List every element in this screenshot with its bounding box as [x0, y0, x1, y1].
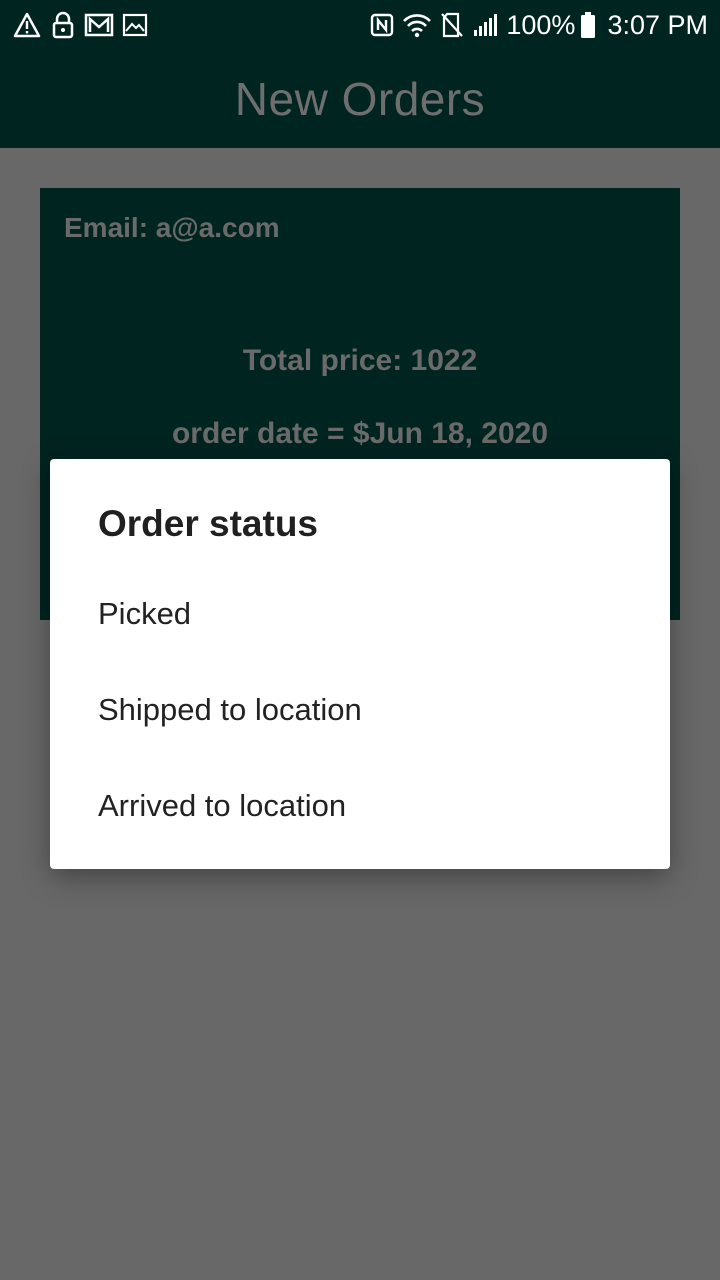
no-sim-icon — [440, 11, 464, 39]
warning-icon — [12, 11, 42, 39]
dialog-title: Order status — [98, 503, 319, 544]
lock-icon — [48, 11, 78, 39]
battery-icon — [581, 11, 596, 39]
signal-icon — [472, 11, 498, 39]
order-status-dialog: Order status Picked Shipped to location … — [50, 459, 670, 869]
page-title: New Orders — [234, 73, 486, 125]
order-total-price: Total price: 1022 — [242, 344, 478, 377]
nfc-icon — [370, 11, 394, 39]
gmail-icon — [84, 11, 114, 39]
clock: 3:07 PM — [607, 9, 708, 40]
status-bar: 100% 3:07 PM — [0, 0, 720, 50]
order-email: Email: a@a.com — [64, 212, 280, 243]
option-arrived-to-location[interactable]: Arrived to location — [50, 758, 670, 854]
order-date: order date = $Jun 18, 2020 — [171, 417, 549, 450]
wifi-icon — [402, 11, 432, 39]
option-shipped-to-location[interactable]: Shipped to location — [50, 662, 670, 758]
app-bar: New Orders — [0, 50, 720, 148]
battery-percent: 100% — [506, 9, 576, 40]
status-bar-system: 100% 3:07 PM — [370, 8, 708, 42]
status-bar-notifications — [12, 10, 156, 40]
image-icon — [120, 11, 150, 39]
option-picked[interactable]: Picked — [50, 566, 670, 662]
